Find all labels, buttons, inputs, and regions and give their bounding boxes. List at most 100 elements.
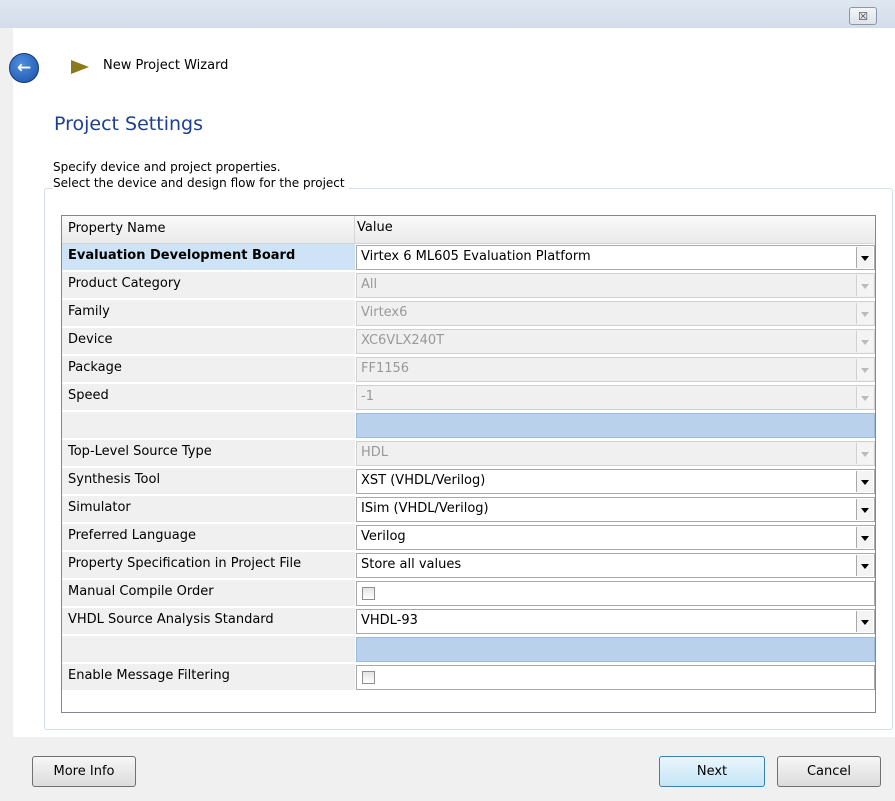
property-name[interactable]: Simulator: [62, 496, 355, 523]
dropdown-value: HDL: [361, 445, 389, 460]
property-value-dropdown: -1: [356, 385, 875, 410]
dropdown-value: Virtex6: [361, 305, 408, 320]
property-row: Simulator ISim (VHDL/Verilog): [62, 496, 875, 524]
property-value-dropdown: HDL: [356, 441, 875, 466]
property-value-dropdown[interactable]: VHDL-93: [356, 609, 875, 634]
property-name[interactable]: Speed: [62, 384, 355, 411]
property-value: HDL: [356, 441, 875, 466]
property-row: [62, 412, 875, 440]
close-button[interactable]: ☒: [849, 7, 877, 25]
page-title: Project Settings: [54, 113, 203, 135]
property-value-dropdown: FF1156: [356, 357, 875, 382]
property-value-dropdown[interactable]: Store all values: [356, 553, 875, 578]
property-checkbox[interactable]: [362, 671, 375, 684]
property-checkbox[interactable]: [362, 587, 375, 600]
dropdown-value: Virtex 6 ML605 Evaluation Platform: [361, 249, 591, 264]
property-value-dropdown[interactable]: XST (VHDL/Verilog): [356, 469, 875, 494]
property-value: [356, 413, 875, 438]
property-value-dropdown[interactable]: ISim (VHDL/Verilog): [356, 497, 875, 522]
property-name[interactable]: Device: [62, 328, 355, 355]
property-name[interactable]: Synthesis Tool: [62, 468, 355, 495]
property-name[interactable]: Enable Message Filtering: [62, 664, 355, 691]
chevron-down-icon[interactable]: [856, 247, 873, 268]
property-row: Enable Message Filtering: [62, 664, 875, 692]
property-name[interactable]: Evaluation Development Board: [62, 244, 355, 271]
dropdown-value: All: [361, 277, 378, 292]
property-row: Preferred Language Verilog: [62, 524, 875, 552]
property-name[interactable]: Product Category: [62, 272, 355, 299]
property-row: Property Specification in Project File St…: [62, 552, 875, 580]
property-grid: Property Name Value Evaluation Developme…: [61, 215, 876, 713]
property-name[interactable]: Family: [62, 300, 355, 327]
property-value: Store all values: [356, 553, 875, 578]
dropdown-value: Store all values: [361, 557, 462, 572]
property-name[interactable]: Package: [62, 356, 355, 383]
property-value-dropdown: XC6VLX240T: [356, 329, 875, 354]
property-name[interactable]: Preferred Language: [62, 524, 355, 551]
chevron-down-icon[interactable]: [856, 499, 873, 520]
property-name[interactable]: VHDL Source Analysis Standard: [62, 608, 355, 635]
property-row: Synthesis Tool XST (VHDL/Verilog): [62, 468, 875, 496]
property-value: [356, 665, 875, 690]
grid-header: Property Name Value: [62, 216, 875, 244]
chevron-down-icon[interactable]: [856, 611, 873, 632]
property-row: Product Category All: [62, 272, 875, 300]
property-name[interactable]: Top-Level Source Type: [62, 440, 355, 467]
property-value-cell: [356, 665, 875, 690]
page-description: Specify device and project properties.: [53, 160, 281, 174]
chevron-down-icon: [856, 443, 873, 464]
property-value: VHDL-93: [356, 609, 875, 634]
property-row: Device XC6VLX240T: [62, 328, 875, 356]
property-value-dropdown: All: [356, 273, 875, 298]
title-bar: ☒: [0, 0, 895, 28]
property-value: -1: [356, 385, 875, 410]
button-bar: More Info Next Cancel: [0, 737, 895, 801]
property-value: Virtex6: [356, 301, 875, 326]
property-name[interactable]: Property Specification in Project File: [62, 552, 355, 579]
header-value[interactable]: Value: [357, 220, 393, 235]
header-property-name[interactable]: Property Name: [68, 221, 166, 236]
property-row: Package FF1156: [62, 356, 875, 384]
dropdown-value: VHDL-93: [361, 613, 418, 628]
dropdown-value: Verilog: [361, 529, 406, 544]
property-name[interactable]: [62, 636, 355, 663]
dropdown-value: FF1156: [361, 361, 410, 376]
cancel-button[interactable]: Cancel: [777, 756, 881, 787]
property-value: All: [356, 273, 875, 298]
chevron-down-icon[interactable]: [856, 555, 873, 576]
property-value: [356, 637, 875, 662]
blank-value-cell: [356, 637, 875, 662]
dropdown-value: ISim (VHDL/Verilog): [361, 501, 489, 516]
chevron-down-icon: [856, 331, 873, 352]
property-row: [62, 636, 875, 664]
property-row: Family Virtex6: [62, 300, 875, 328]
property-value: Verilog: [356, 525, 875, 550]
property-row: Speed -1: [62, 384, 875, 412]
more-info-button[interactable]: More Info: [32, 756, 136, 787]
property-row: Manual Compile Order: [62, 580, 875, 608]
property-value-dropdown[interactable]: Virtex 6 ML605 Evaluation Platform: [356, 245, 875, 270]
wizard-window: ☒ ← New Project Wizard Project Settings …: [0, 0, 895, 801]
dropdown-value: XC6VLX240T: [361, 333, 445, 348]
property-row: VHDL Source Analysis Standard VHDL-93: [62, 608, 875, 636]
chevron-down-icon[interactable]: [856, 527, 873, 548]
property-name[interactable]: Manual Compile Order: [62, 580, 355, 607]
property-value: FF1156: [356, 357, 875, 382]
property-value-dropdown[interactable]: Verilog: [356, 525, 875, 550]
property-value: XC6VLX240T: [356, 329, 875, 354]
property-value-dropdown: Virtex6: [356, 301, 875, 326]
property-row: Evaluation Development Board Virtex 6 ML6…: [62, 244, 875, 272]
property-value: Virtex 6 ML605 Evaluation Platform: [356, 245, 875, 270]
property-value: [356, 581, 875, 606]
wizard-title: New Project Wizard: [103, 58, 229, 73]
dropdown-value: -1: [361, 389, 374, 404]
header-separator: [354, 216, 355, 243]
property-value: XST (VHDL/Verilog): [356, 469, 875, 494]
chevron-down-icon[interactable]: [856, 471, 873, 492]
property-row: Top-Level Source Type HDL: [62, 440, 875, 468]
property-name[interactable]: [62, 412, 355, 439]
wizard-arrow-icon: [71, 60, 89, 74]
next-button[interactable]: Next: [659, 756, 765, 787]
blank-value-cell: [356, 413, 875, 438]
back-arrow-icon[interactable]: ←: [9, 53, 39, 83]
